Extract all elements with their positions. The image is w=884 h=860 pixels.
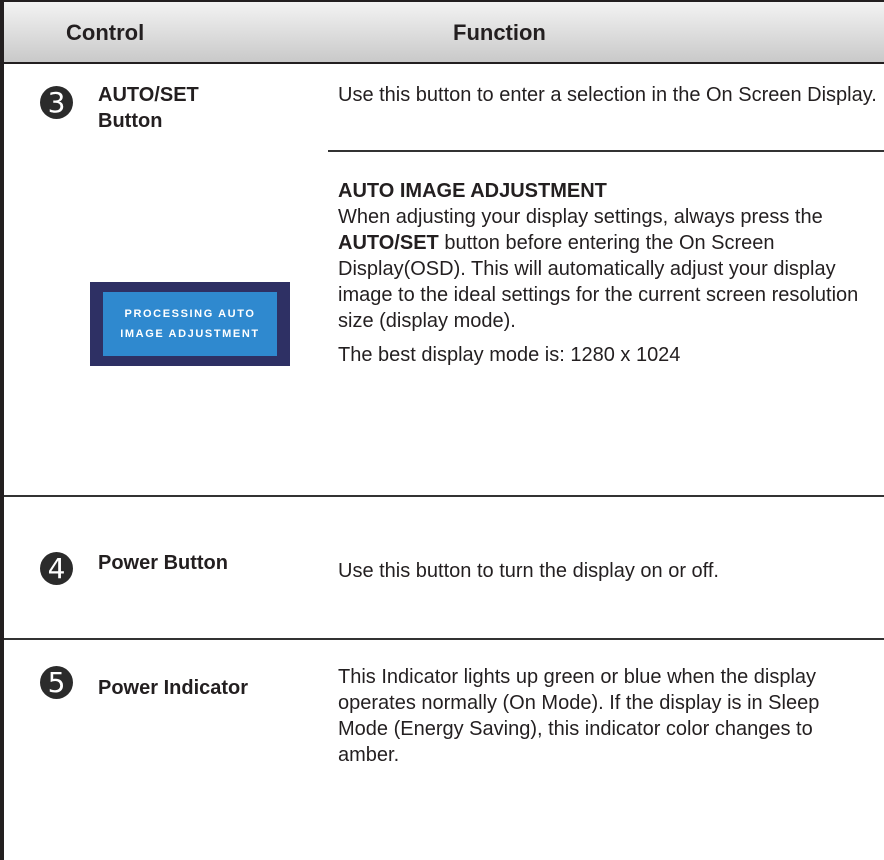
control-label-auto-set: AUTO/SET Button [98,82,199,134]
osd-line: PROCESSING AUTO [124,308,256,320]
section-title: AUTO IMAGE ADJUSTMENT [338,180,607,202]
number-3-icon: 3 [40,86,73,119]
column-header-control: Control [66,20,145,45]
function-text-power-button: Use this button to turn the display on o… [338,560,719,582]
function-text-auto-set: Use this button to enter a selection in … [338,84,877,106]
best-display-mode: The best display mode is: 1280 x 1024 [338,344,681,366]
table-left-border [0,0,4,860]
number-4-icon: 4 [40,552,73,585]
row-divider [328,150,884,152]
osd-screen: PROCESSING AUTO IMAGE ADJUSTMENT [103,292,277,356]
control-label-power-button: Power Button [98,552,228,574]
number-5-icon: 5 [40,666,73,699]
control-label-power-indicator: Power Indicator [98,677,249,699]
table-header: Control Function [4,0,884,64]
section-text: When adjusting your display settings, al… [338,206,823,228]
control-label-line: AUTO/SET [98,84,199,106]
section-text-bold: AUTO/SET [338,232,439,254]
row-divider [4,638,884,640]
column-header-function: Function [453,20,546,45]
osd-line: IMAGE ADJUSTMENT [120,328,260,340]
osd-message-image: PROCESSING AUTO IMAGE ADJUSTMENT [90,282,290,366]
row-divider [4,495,884,497]
control-label-line: Button [98,110,163,132]
function-text-power-indicator: This Indicator lights up green or blue w… [338,666,820,766]
auto-image-adjustment-section: AUTO IMAGE ADJUSTMENT When adjusting you… [338,178,878,368]
